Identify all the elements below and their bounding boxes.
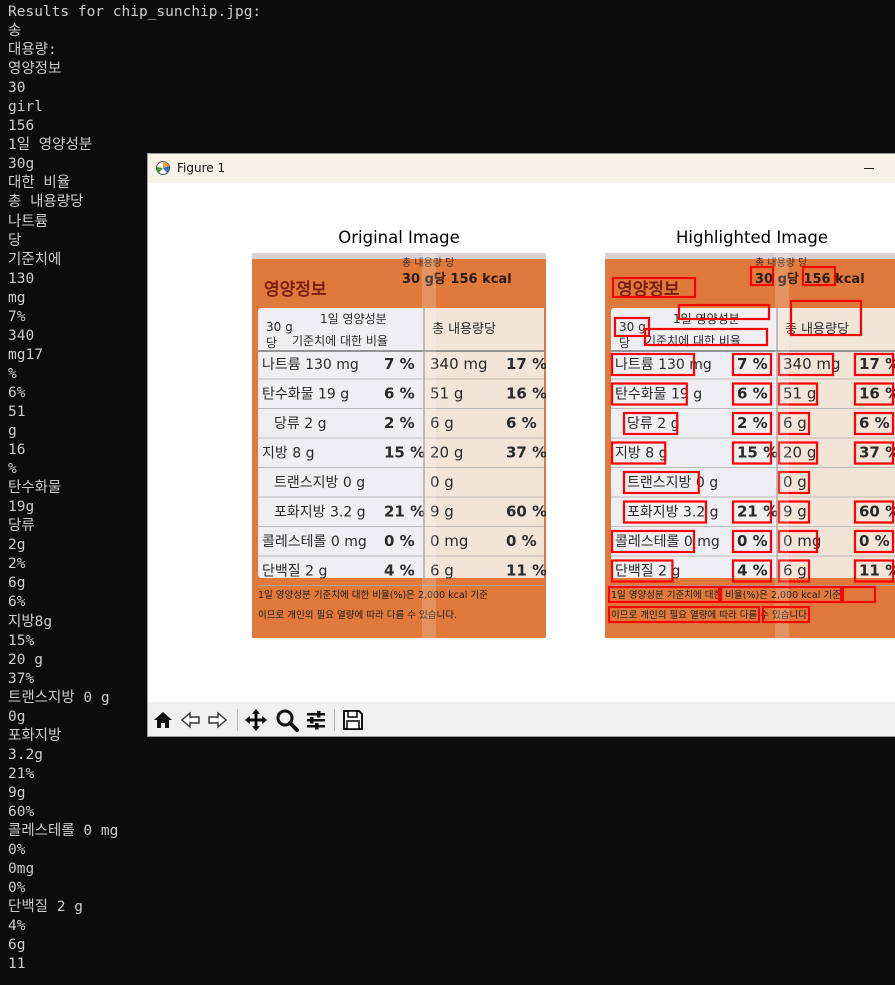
figure-window[interactable]: Figure 1 Original Image Highlighted Imag… [147, 153, 895, 737]
nutrient-name: 단백질 2 g [262, 564, 327, 580]
ocr-result-line: 9g [8, 784, 26, 801]
label-col-head: 30 g [266, 320, 293, 334]
navigation-toolbar [148, 702, 895, 736]
ocr-result-line: 3.2g [8, 746, 43, 763]
ocr-result-line: 송 [8, 23, 22, 40]
ocr-result-line: 영양정보 [8, 61, 62, 78]
nutrient-total-percent: 17 % [506, 355, 546, 373]
ocr-result-line: 단백질 2 g [8, 899, 83, 916]
nutrient-name: 당류 2 g [274, 416, 326, 432]
configure-subplots-icon[interactable] [304, 708, 328, 732]
nutrient-name: 단백질 2 g [615, 564, 680, 580]
ocr-result-line: 콜레스테롤 0 mg [8, 823, 119, 840]
nutrient-name: 탄수화물 19 g [262, 387, 349, 403]
nutrient-daily-percent: 2 % [737, 414, 768, 432]
nutrient-name: 트랜스지방 0 g [627, 475, 718, 491]
forward-icon[interactable] [205, 708, 229, 732]
nutrient-total-percent: 16 % [859, 385, 895, 403]
label-footnote: 1일 영양성분 기준치에 대한 비율(%)은 2,000 kcal 기준 [258, 589, 488, 601]
label-col-head: 기준치에 대한 비율 [292, 334, 388, 348]
toolbar-separator [334, 709, 335, 731]
highlighted-image-title: Highlighted Image [675, 228, 829, 247]
nutrient-total-percent: 0 % [506, 532, 537, 550]
label-header-title: 영양정보 [264, 280, 327, 300]
nutrient-daily-percent: 4 % [384, 562, 415, 580]
nutrient-total-percent: 37 % [506, 444, 546, 462]
ocr-result-line: 대용량: [8, 42, 57, 59]
window-title: Figure 1 [177, 161, 226, 175]
ocr-result-line: girl [8, 99, 43, 116]
nutrient-daily-percent: 0 % [737, 532, 768, 550]
ocr-result-line: 21% [8, 765, 35, 782]
ocr-result-line: 6g [8, 937, 26, 954]
nutrient-name: 포화지방 3.2 g [274, 505, 366, 521]
nutrient-daily-percent: 6 % [737, 385, 768, 403]
label-col-head: 총 내용량당 [432, 322, 496, 337]
window-titlebar[interactable]: Figure 1 [148, 154, 895, 183]
nutrient-total-percent: 11 % [859, 562, 895, 580]
figure-canvas[interactable]: Original Image Highlighted Image 총 내용량 당… [148, 183, 895, 702]
nutrient-total-percent: 16 % [506, 385, 546, 403]
nutrient-name: 나트륨 130 mg [615, 357, 712, 373]
nutrient-name: 탄수화물 19 g [615, 387, 702, 403]
nutrient-total-percent: 17 % [859, 355, 895, 373]
label-gloss [775, 253, 789, 638]
nutrient-daily-percent: 7 % [384, 355, 415, 373]
nutrient-total-percent: 60 % [859, 503, 895, 521]
nutrient-name: 지방 8 g [615, 446, 667, 462]
nutrient-total-percent: 6 % [506, 414, 537, 432]
nutrient-name: 나트륨 130 mg [262, 357, 359, 373]
ocr-result-line: 4% [8, 918, 26, 935]
nutrient-name: 콜레스테롤 0 mg [615, 534, 720, 550]
ocr-result-line: 0% [8, 842, 26, 859]
nutrient-total-percent: 11 % [506, 562, 546, 580]
save-icon[interactable] [341, 708, 365, 732]
nutrient-name: 지방 8 g [262, 446, 314, 462]
nutrient-daily-percent: 2 % [384, 414, 415, 432]
ocr-result-line: 11 [8, 956, 26, 973]
label-col-head: 1일 영양성분 [320, 312, 387, 326]
nutrient-name: 포화지방 3.2 g [627, 505, 719, 521]
minimize-button[interactable] [854, 154, 884, 183]
matplotlib-icon [156, 161, 170, 175]
highlighted-image: 총 내용량 당 영양정보 30 g당 156 kcal 30 g 1일 영양성분 당 기준치… [605, 253, 895, 638]
original-image: 총 내용량 당 영양정보 30 g당 156 kcal 30 g 1일 영양성분 당 기준치… [252, 253, 546, 638]
results-header: Results for chip_sunchip.jpg: [8, 4, 262, 20]
ocr-result-line: 30 [8, 80, 26, 97]
label-gloss [422, 253, 436, 638]
toolbar-separator [237, 709, 238, 731]
label-header-right: 30 g당 156 kcal [402, 271, 512, 287]
original-image-title: Original Image [338, 228, 460, 247]
nutrient-total-percent: 0 % [859, 532, 890, 550]
home-icon[interactable] [151, 708, 175, 732]
nutrient-name: 콜레스테롤 0 mg [262, 534, 367, 550]
label-footnote: 1일 영양성분 기준치에 대한 비율(%)은 2,000 kcal 기준 [611, 589, 841, 601]
nutrient-daily-percent: 15 % [384, 444, 425, 462]
label-top-edge [252, 253, 546, 259]
label-col-head: 30 g [619, 320, 646, 334]
nutrient-daily-percent: 21 % [384, 503, 425, 521]
nutrient-daily-percent: 0 % [384, 532, 415, 550]
nutrient-total-percent: 6 % [859, 414, 890, 432]
nutrient-daily-percent: 7 % [737, 355, 768, 373]
nutrient-total-percent: 60 % [506, 503, 546, 521]
label-top-edge [605, 253, 895, 259]
label-col-head: 당 [619, 336, 630, 350]
ocr-result-line: 0% [8, 880, 26, 897]
zoom-icon[interactable] [275, 708, 299, 732]
nutrient-total-percent: 37 % [859, 444, 895, 462]
label-col-head: 당 [266, 336, 277, 350]
ocr-result-line: 60% [8, 803, 35, 820]
nutrient-total: 340 mg [430, 355, 488, 373]
ocr-result-line: 0mg [8, 861, 35, 878]
nutrient-daily-percent: 6 % [384, 385, 415, 403]
nutrient-name: 당류 2 g [627, 416, 679, 432]
pan-icon[interactable] [244, 708, 268, 732]
nutrient-daily-percent: 4 % [737, 562, 768, 580]
ocr-result-line: 156 [8, 118, 35, 135]
back-icon[interactable] [179, 708, 203, 732]
nutrient-name: 트랜스지방 0 g [274, 475, 365, 491]
